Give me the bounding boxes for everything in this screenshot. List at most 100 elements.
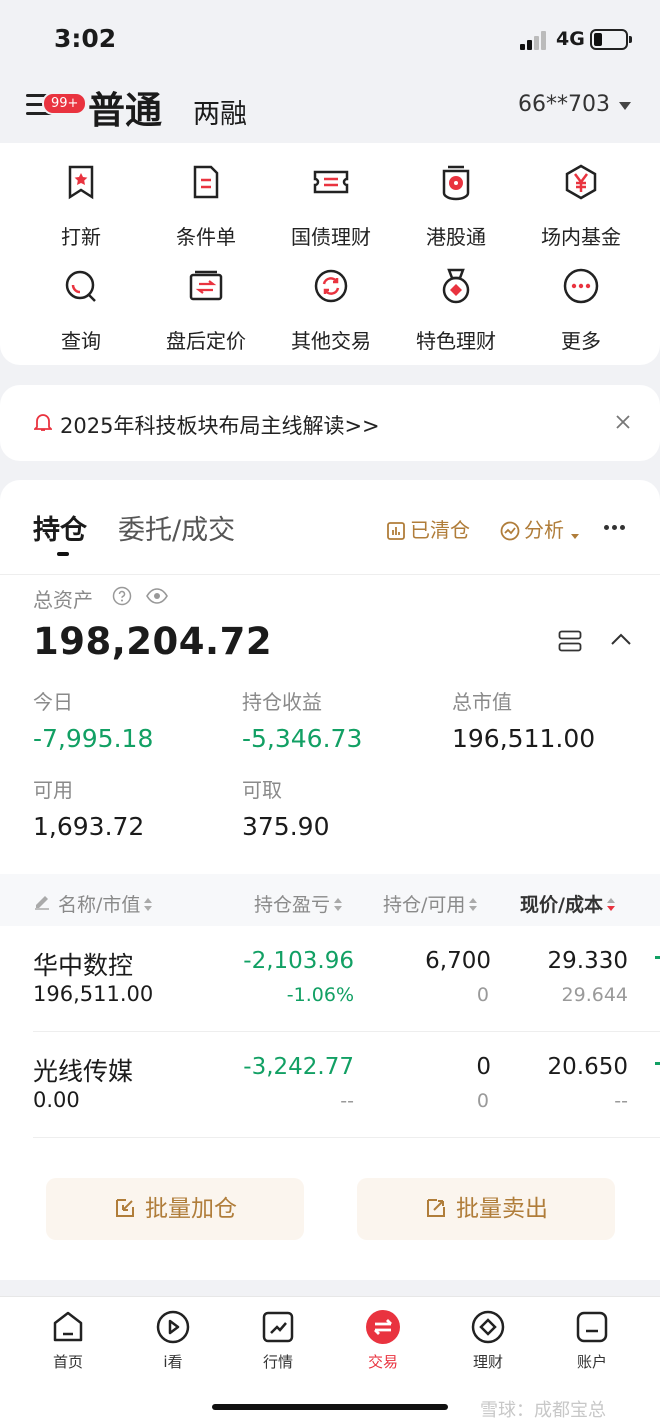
stock-pl: -3,242.77	[243, 1054, 354, 1080]
stock-quantity: 6,700	[425, 948, 491, 974]
home-indicator[interactable]	[212, 1404, 448, 1410]
table-row[interactable]: 光线传媒 0.00 -3,242.77 -- 0 0 20.650 --	[0, 1032, 660, 1136]
nav-trade[interactable]: 交易	[343, 1309, 423, 1372]
quick-item-query[interactable]: 查询	[15, 259, 147, 353]
row-divider	[33, 1137, 660, 1138]
tab-orders[interactable]: 委托/成交	[118, 508, 235, 547]
battery-icon	[590, 29, 632, 50]
nav-market[interactable]: 行情	[238, 1309, 318, 1372]
total-assets-label: 总资产	[33, 588, 93, 612]
tab-indicator	[57, 552, 69, 556]
header-name[interactable]: 名称/市值	[58, 890, 153, 917]
today-label: 今日	[33, 690, 73, 714]
account-icon	[576, 1311, 608, 1343]
caret-down-icon	[571, 534, 580, 539]
analysis-button[interactable]: 分析	[500, 514, 584, 543]
news-banner[interactable]: 2025年科技板块布局主线解读>>	[0, 385, 660, 461]
close-icon[interactable]	[614, 413, 632, 431]
bar-chart-icon	[387, 522, 405, 540]
quick-item-more[interactable]: 更多	[515, 259, 647, 353]
stock-quantity: 0	[476, 1054, 491, 1080]
stock-available: 0	[476, 1090, 489, 1112]
quick-item-hk-connect[interactable]: 港股通	[390, 155, 522, 249]
header-position[interactable]: 持仓/可用	[383, 890, 478, 917]
message-badge: 99+	[42, 92, 88, 115]
nav-home[interactable]: 首页	[28, 1309, 108, 1372]
quick-item-ipo[interactable]: 打新	[15, 155, 147, 249]
more-icon	[563, 268, 599, 304]
quick-item-treasury[interactable]: 国债理财	[265, 155, 397, 249]
batch-add-button[interactable]: 批量加仓	[46, 1178, 304, 1240]
available-value: 1,693.72	[33, 812, 145, 841]
quick-item-etf[interactable]: 场内基金	[515, 155, 647, 249]
stock-market-value: 0.00	[33, 1088, 80, 1112]
search-icon	[65, 270, 96, 302]
stock-price: 20.650	[547, 1054, 628, 1080]
stock-pl: -2,103.96	[243, 948, 354, 974]
trade-icon	[366, 1310, 400, 1344]
quick-item-featured-wealth[interactable]: 特色理财	[390, 259, 522, 353]
stock-cost: 29.644	[561, 984, 628, 1006]
document-lines-icon	[193, 165, 219, 199]
table-row[interactable]: 华中数控 196,511.00 -2,103.96 -1.06% 6,700 0…	[0, 926, 660, 1030]
chevron-down-icon[interactable]	[619, 102, 631, 110]
bookmark-star-icon	[68, 165, 94, 200]
today-value: -7,995.18	[33, 724, 154, 753]
nav-wealth[interactable]: 理财	[448, 1309, 528, 1372]
tab-positions[interactable]: 持仓	[33, 508, 87, 547]
stock-pl-percent: --	[340, 1090, 354, 1112]
stock-name: 光线传媒	[33, 1057, 134, 1086]
overflow-indicator	[655, 1062, 660, 1065]
layout-toggle-icon[interactable]	[558, 630, 582, 652]
stock-pl-percent: -1.06%	[286, 984, 354, 1006]
header-pl[interactable]: 持仓盈亏	[254, 890, 343, 917]
sell-icon	[427, 1199, 445, 1217]
diamond-icon	[471, 1310, 505, 1344]
watermark: 雪球：成都宝总	[480, 1400, 606, 1421]
quick-item-after-hours[interactable]: 盘后定价	[140, 259, 272, 353]
sort-desc-icon	[606, 898, 616, 912]
overflow-indicator	[655, 956, 660, 959]
holding-pl-value: -5,346.73	[242, 724, 363, 753]
sort-icon	[143, 898, 153, 912]
add-position-icon	[116, 1199, 134, 1217]
cleared-positions-button[interactable]: 已清仓	[386, 514, 470, 543]
bell-icon	[34, 414, 52, 431]
medal-icon	[442, 268, 470, 304]
yuan-hexagon-icon	[565, 164, 597, 200]
network-label: 4G	[556, 28, 585, 50]
quick-actions-grid: 打新 条件单 国债理财 港股通 场内基金 查询 盘后定价 其他交易 特色理财 更…	[0, 143, 660, 365]
market-value: 196,511.00	[452, 724, 596, 753]
holdings-card: 持仓 委托/成交 已清仓 分析 总资产 198,204.72 今日 -7,995…	[0, 480, 660, 1280]
quick-item-other-trade[interactable]: 其他交易	[265, 259, 397, 353]
play-icon	[156, 1310, 190, 1344]
quick-item-condition-order[interactable]: 条件单	[140, 155, 272, 249]
exchange-icon	[189, 270, 223, 301]
nav-account[interactable]: 账户	[552, 1309, 632, 1372]
home-icon	[53, 1311, 83, 1342]
chart-icon	[262, 1311, 294, 1343]
tab-normal-account[interactable]: 普通	[88, 80, 162, 134]
stock-available: 0	[476, 984, 489, 1006]
edit-icon[interactable]	[33, 892, 51, 910]
hk-flag-icon	[442, 165, 470, 201]
total-assets-value: 198,204.72	[33, 620, 273, 663]
signal-icon	[520, 30, 550, 50]
help-icon[interactable]	[112, 586, 132, 606]
stock-price: 29.330	[547, 948, 628, 974]
nav-ikan[interactable]: i看	[133, 1309, 213, 1372]
account-selector[interactable]: 66**703	[518, 92, 610, 117]
sort-icon	[468, 898, 478, 912]
batch-sell-button[interactable]: 批量卖出	[357, 1178, 615, 1240]
eye-icon[interactable]	[146, 586, 168, 606]
tab-margin-account[interactable]: 两融	[193, 92, 247, 131]
more-options-icon[interactable]	[604, 522, 628, 533]
market-value-label: 总市值	[452, 690, 512, 714]
stock-name: 华中数控	[33, 951, 134, 980]
stock-market-value: 196,511.00	[33, 982, 154, 1006]
banner-text[interactable]: 2025年科技板块布局主线解读>>	[60, 410, 380, 440]
header-price[interactable]: 现价/成本	[520, 890, 616, 917]
chevron-up-icon[interactable]	[610, 632, 632, 646]
trend-icon	[500, 521, 520, 541]
ticket-icon	[313, 170, 349, 194]
